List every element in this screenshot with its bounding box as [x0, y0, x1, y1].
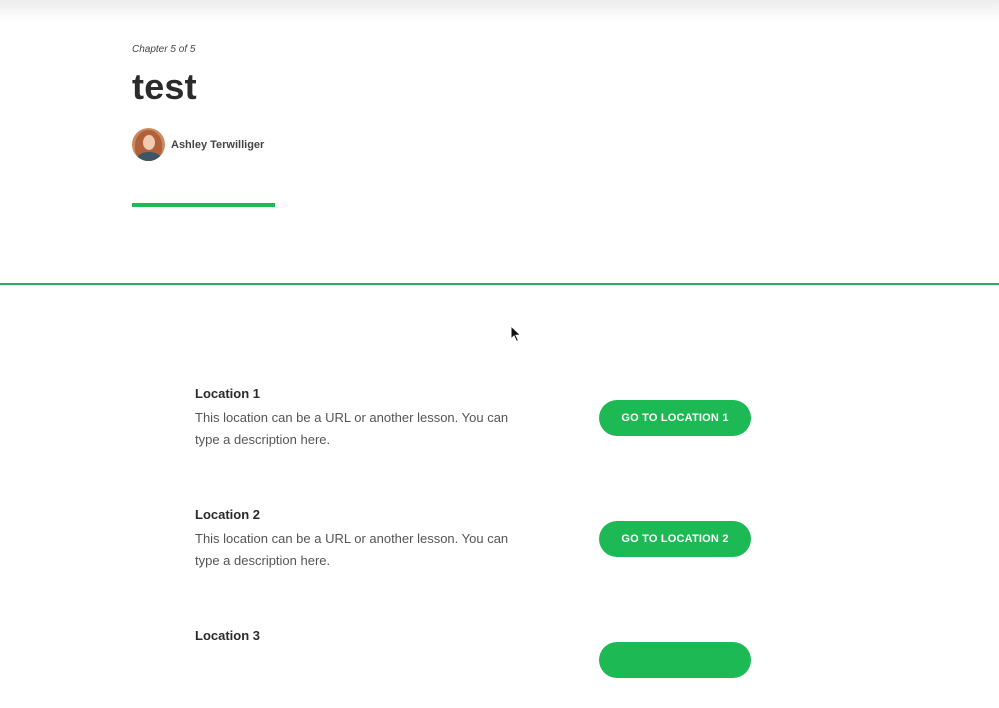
page-title: test: [132, 66, 197, 107]
location-description: This location can be a URL or another le…: [195, 410, 509, 447]
go-to-location-1-button[interactable]: GO TO LOCATION 1: [599, 400, 751, 436]
location-description: This location can be a URL or another le…: [195, 531, 509, 568]
chapter-label: Chapter 5 of 5: [132, 44, 196, 55]
location-title: Location 3: [195, 628, 261, 643]
author-byline: Ashley Terwilliger: [132, 128, 264, 161]
location-item: Location 2 This location can be a URL or…: [195, 507, 795, 587]
location-item: Location 1 This location can be a URL or…: [195, 386, 795, 466]
location-title: Location 2: [195, 507, 261, 522]
go-to-location-2-button[interactable]: GO TO LOCATION 2: [599, 521, 751, 557]
title-accent-bar: [132, 203, 275, 207]
section-divider: [0, 283, 999, 285]
lesson-header: Chapter 5 of 5 test Ashley Terwilliger: [132, 0, 832, 284]
go-to-location-3-button[interactable]: [599, 642, 751, 678]
author-name: Ashley Terwilliger: [171, 138, 265, 151]
mouse-pointer-icon: [510, 324, 522, 348]
avatar: [132, 128, 165, 161]
location-title: Location 1: [195, 386, 261, 401]
location-item: Location 3: [195, 628, 795, 708]
